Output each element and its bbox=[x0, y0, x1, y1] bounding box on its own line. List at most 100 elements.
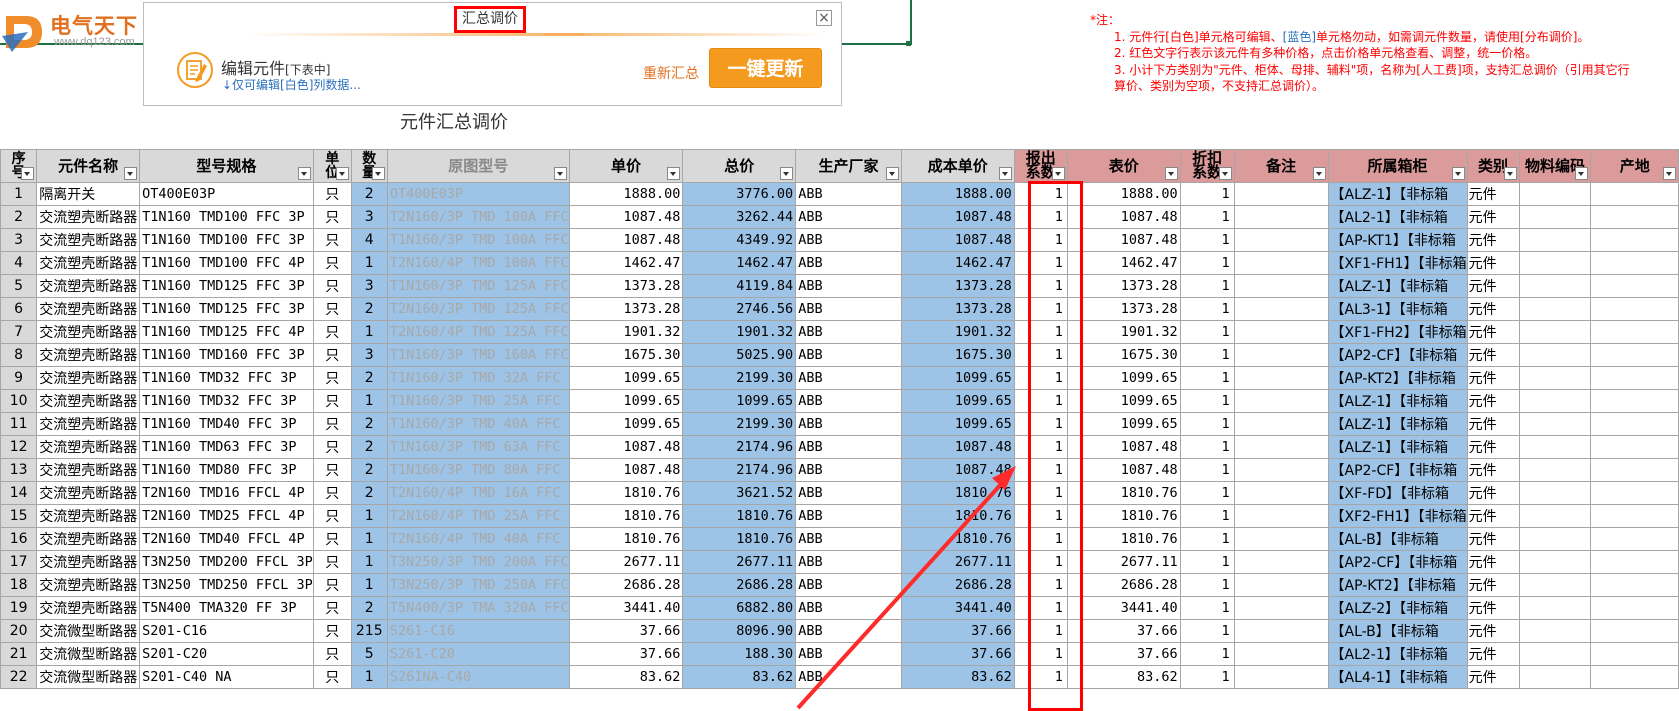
cell-name[interactable]: 交流微型断路器 bbox=[36, 642, 141, 666]
cell-discount[interactable]: 1 bbox=[1179, 389, 1235, 413]
cell-unit[interactable]: 只 bbox=[312, 504, 352, 528]
cell-category[interactable]: 元件 bbox=[1466, 527, 1520, 551]
cell-price[interactable]: 1373.28 bbox=[568, 297, 684, 321]
cell-name[interactable]: 交流塑壳断路器 bbox=[36, 251, 141, 275]
cell-name[interactable]: 交流塑壳断路器 bbox=[36, 412, 141, 436]
cell-category[interactable]: 元件 bbox=[1466, 458, 1520, 482]
cell-material-code[interactable] bbox=[1518, 205, 1592, 229]
cell-remark[interactable] bbox=[1233, 251, 1329, 275]
filter-dropdown-icon[interactable] bbox=[1503, 167, 1517, 180]
cell-remark[interactable] bbox=[1233, 458, 1329, 482]
cell-price[interactable]: 1888.00 bbox=[568, 182, 684, 206]
cell-price[interactable]: 1462.47 bbox=[568, 251, 684, 275]
cell-material-code[interactable] bbox=[1518, 573, 1592, 597]
cell-manufacturer[interactable]: ABB bbox=[795, 320, 902, 344]
cell-name[interactable]: 交流塑壳断路器 bbox=[36, 389, 141, 413]
cell-category[interactable]: 元件 bbox=[1466, 481, 1520, 505]
cell-manufacturer[interactable]: ABB bbox=[795, 504, 902, 528]
cell-name[interactable]: 交流塑壳断路器 bbox=[36, 205, 141, 229]
cell-remark[interactable] bbox=[1233, 481, 1329, 505]
cell-name[interactable]: 交流塑壳断路器 bbox=[36, 550, 141, 574]
cell-remark[interactable] bbox=[1233, 573, 1329, 597]
cell-list-price[interactable]: 1373.28 bbox=[1066, 274, 1181, 298]
cell-name[interactable]: 交流塑壳断路器 bbox=[36, 481, 141, 505]
cell-name[interactable]: 交流塑壳断路器 bbox=[36, 504, 141, 528]
cell-spec[interactable]: T2N160 TMD16 FFCL 4P bbox=[139, 481, 314, 505]
filter-dropdown-icon[interactable] bbox=[780, 167, 794, 180]
column-header-manufacturer[interactable]: 生产厂家 bbox=[795, 149, 902, 183]
cell-list-price[interactable]: 1810.76 bbox=[1066, 527, 1181, 551]
cell-remark[interactable] bbox=[1233, 642, 1329, 666]
cell-origin[interactable] bbox=[1590, 274, 1679, 298]
cell-origin[interactable] bbox=[1590, 320, 1679, 344]
cell-manufacturer[interactable]: ABB bbox=[795, 481, 902, 505]
cell-category[interactable]: 元件 bbox=[1466, 366, 1520, 390]
cell-coefficient[interactable]: 1 bbox=[1013, 228, 1068, 252]
cell-origin[interactable] bbox=[1590, 458, 1679, 482]
cell-list-price[interactable]: 2677.11 bbox=[1066, 550, 1181, 574]
cell-name[interactable]: 交流塑壳断路器 bbox=[36, 527, 141, 551]
cell-spec[interactable]: T1N160 TMD125 FFC 3P bbox=[139, 297, 314, 321]
cell-manufacturer[interactable]: ABB bbox=[795, 228, 902, 252]
cell-manufacturer[interactable]: ABB bbox=[795, 619, 902, 643]
cell-origin[interactable] bbox=[1590, 412, 1679, 436]
cell-manufacturer[interactable]: ABB bbox=[795, 573, 902, 597]
column-header-spec[interactable]: 型号规格 bbox=[139, 149, 314, 183]
cell-list-price[interactable]: 1462.47 bbox=[1066, 251, 1181, 275]
cell-origin[interactable] bbox=[1590, 619, 1679, 643]
cell-spec[interactable]: S201-C16 bbox=[139, 619, 314, 643]
cell-spec[interactable]: T1N160 TMD100 FFC 3P bbox=[139, 228, 314, 252]
cell-origin[interactable] bbox=[1590, 481, 1679, 505]
cell-category[interactable]: 元件 bbox=[1466, 435, 1520, 459]
close-icon[interactable]: × bbox=[816, 10, 832, 26]
cell-discount[interactable]: 1 bbox=[1179, 458, 1235, 482]
filter-dropdown-icon[interactable] bbox=[1312, 167, 1326, 180]
cell-unit[interactable]: 只 bbox=[312, 389, 352, 413]
cell-material-code[interactable] bbox=[1518, 596, 1592, 620]
cell-discount[interactable]: 1 bbox=[1179, 297, 1235, 321]
cell-unit[interactable]: 只 bbox=[312, 481, 352, 505]
cell-unit[interactable]: 只 bbox=[312, 665, 352, 689]
cell-category[interactable]: 元件 bbox=[1466, 251, 1520, 275]
cell-category[interactable]: 元件 bbox=[1466, 573, 1520, 597]
cell-name[interactable]: 交流微型断路器 bbox=[36, 619, 141, 643]
column-header-remark[interactable]: 备注 bbox=[1233, 149, 1329, 183]
cell-remark[interactable] bbox=[1233, 320, 1329, 344]
cell-price[interactable]: 1810.76 bbox=[568, 481, 684, 505]
cell-name[interactable]: 隔离开关 bbox=[36, 182, 141, 206]
cell-material-code[interactable] bbox=[1518, 320, 1592, 344]
cell-remark[interactable] bbox=[1233, 205, 1329, 229]
cell-spec[interactable]: OT400E03P bbox=[139, 182, 314, 206]
cell-price[interactable]: 37.66 bbox=[568, 642, 684, 666]
cell-discount[interactable]: 1 bbox=[1179, 573, 1235, 597]
column-header-original-model[interactable]: 原图型号 bbox=[386, 149, 570, 183]
cell-coefficient[interactable]: 1 bbox=[1013, 573, 1068, 597]
cell-spec[interactable]: T2N160 TMD40 FFCL 4P bbox=[139, 527, 314, 551]
cell-remark[interactable] bbox=[1233, 228, 1329, 252]
cell-price[interactable]: 1099.65 bbox=[568, 366, 684, 390]
cell-unit[interactable]: 只 bbox=[312, 642, 352, 666]
cell-manufacturer[interactable]: ABB bbox=[795, 366, 902, 390]
cell-discount[interactable]: 1 bbox=[1179, 274, 1235, 298]
cell-spec[interactable]: T1N160 TMD32 FFC 3P bbox=[139, 366, 314, 390]
cell-spec[interactable]: T1N160 TMD80 FFC 3P bbox=[139, 458, 314, 482]
column-header-price[interactable]: 单价 bbox=[568, 149, 684, 183]
filter-dropdown-icon[interactable] bbox=[667, 167, 681, 180]
cell-price[interactable]: 2677.11 bbox=[568, 550, 684, 574]
cell-price[interactable]: 1901.32 bbox=[568, 320, 684, 344]
cell-unit[interactable]: 只 bbox=[312, 619, 352, 643]
cell-remark[interactable] bbox=[1233, 504, 1329, 528]
column-header-material-code[interactable]: 物料编码 bbox=[1518, 149, 1592, 183]
cell-category[interactable]: 元件 bbox=[1466, 642, 1520, 666]
cell-unit[interactable]: 只 bbox=[312, 458, 352, 482]
cell-list-price[interactable]: 1810.76 bbox=[1066, 481, 1181, 505]
filter-dropdown-icon[interactable] bbox=[1051, 167, 1065, 180]
cell-name[interactable]: 交流塑壳断路器 bbox=[36, 343, 141, 367]
cell-spec[interactable]: T1N160 TMD100 FFC 4P bbox=[139, 251, 314, 275]
cell-spec[interactable]: T1N160 TMD125 FFC 3P bbox=[139, 274, 314, 298]
filter-dropdown-icon[interactable] bbox=[371, 167, 385, 180]
cell-category[interactable]: 元件 bbox=[1466, 182, 1520, 206]
cell-material-code[interactable] bbox=[1518, 435, 1592, 459]
cell-discount[interactable]: 1 bbox=[1179, 320, 1235, 344]
cell-price[interactable]: 1099.65 bbox=[568, 389, 684, 413]
